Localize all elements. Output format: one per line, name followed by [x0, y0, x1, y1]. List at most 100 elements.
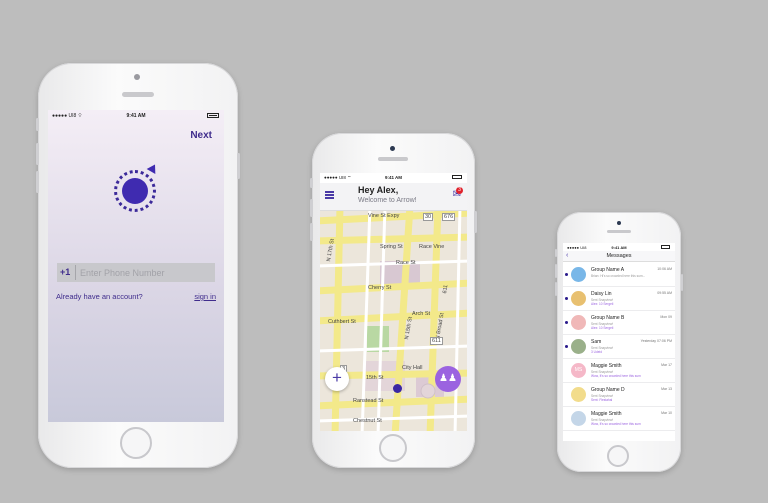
power-button [237, 153, 240, 179]
avatar [571, 291, 586, 306]
avatar [571, 315, 586, 330]
front-camera [390, 146, 395, 151]
message-subpreview: Sent: Flestahal [591, 398, 613, 402]
message-sender: Group Name A [591, 267, 625, 273]
volume-up-button [310, 199, 313, 217]
home-button[interactable] [120, 427, 152, 459]
avatar [571, 267, 586, 282]
earpiece [607, 230, 631, 233]
group-icon[interactable]: ♟♟ [435, 366, 461, 392]
volume-up-button [36, 143, 39, 165]
phone-number-field: +1 [57, 263, 215, 282]
sign-in-link[interactable]: sign in [194, 292, 216, 301]
map-label-cuthbert: Cuthbert St [328, 319, 356, 325]
current-location-icon [393, 384, 402, 393]
message-subpreview: 3 Udeid [591, 350, 602, 354]
message-sender: Maggie Smith [591, 411, 622, 417]
messages-header: ‹ Messages [563, 251, 675, 262]
message-time: 10:06 AM [657, 267, 672, 271]
phone-messages: ●●●●● UI8 9:41 AM ‹ Messages Group Name … [555, 212, 683, 472]
map-label-race: Race St [396, 260, 416, 266]
volume-down-button [555, 282, 557, 296]
message-sender: Group Name D [591, 387, 625, 393]
avatar: MS [571, 363, 586, 378]
avatar [571, 387, 586, 402]
country-code-button[interactable]: +1 [60, 267, 70, 277]
map-label-15th: 15th St [366, 375, 384, 381]
unread-dot-icon [565, 273, 568, 276]
volume-up-button [555, 264, 557, 278]
list-item[interactable]: Group Name D Sent Snapview! Sent: Flestaha… [563, 383, 675, 407]
mute-switch [310, 178, 313, 188]
phone-map: ●●●●● UI8 ⌔ 9:41 AM Hey Alex, Welcome to… [310, 133, 477, 468]
unread-dot-icon [565, 321, 568, 324]
battery-icon [661, 245, 670, 249]
list-item[interactable]: Daisy Lin Sent Snapview! Alex: 10 Sergeli 0… [563, 287, 675, 311]
power-button [474, 211, 477, 233]
map-label-cityhall: City Hall [402, 365, 423, 371]
map-label-racevine: Race Vine [419, 244, 445, 250]
status-time: 9:41 AM [384, 175, 403, 180]
battery-icon [207, 113, 219, 118]
phone-number-input[interactable] [80, 266, 210, 279]
list-item[interactable]: Group Name B Sent Snapview! Alex: 10 Serge… [563, 311, 675, 335]
home-button[interactable] [379, 434, 407, 462]
map-label-chestnut: Chestnut St [353, 418, 382, 424]
front-camera [134, 74, 140, 80]
notification-badge: 3 [456, 187, 463, 194]
message-time: 09:55 AM [657, 291, 672, 295]
message-subpreview: Wow, It's so crowded here this sum [591, 374, 641, 378]
list-item[interactable]: MS Maggie Smith Sent Snapview! Wow, It's so… [563, 359, 675, 383]
front-camera [617, 221, 621, 225]
hamburger-menu-icon[interactable] [325, 191, 334, 199]
message-time: Mar 10 [661, 411, 672, 415]
map-label-spring: Spring St [380, 244, 403, 250]
mute-switch [555, 249, 557, 257]
message-sender: Daisy Lin [591, 291, 612, 297]
avatar [571, 411, 586, 426]
map-label-cherry: Cherry St [368, 285, 392, 291]
volume-down-button [36, 171, 39, 193]
add-button[interactable]: + [325, 367, 349, 391]
map-label-arch: Arch St [412, 311, 431, 317]
arrow-logo-icon [114, 162, 160, 212]
list-item[interactable]: Group Name A Brian: Hi's so crowded here … [563, 263, 675, 287]
message-time: Yesterday 07:06 PM [640, 339, 672, 343]
status-time: 9:41 AM [126, 113, 146, 119]
account-prompt: Already have an account? [56, 292, 143, 301]
list-item[interactable]: Maggie Smith Sent Snapview! Wow, It's so c… [563, 407, 675, 431]
map-label-vine: Vine St Expy [368, 213, 400, 219]
map-label-611b: 611 [430, 337, 443, 345]
message-time: Mar 13 [661, 387, 672, 391]
power-button [681, 274, 683, 291]
earpiece [122, 92, 154, 97]
status-bar: ●●●●● UI8 ⌔ 9:41 AM [320, 173, 467, 183]
unread-dot-icon [565, 297, 568, 300]
list-item[interactable]: Sam Sent Snapview! 3 Udeid Yesterday 07:06 … [563, 335, 675, 359]
status-bar: ●●●●● UI8 ⌔ 9:41 AM [48, 110, 224, 122]
signup-screen: ●●●●● UI8 ⌔ 9:41 AM Next +1 Already have… [48, 110, 224, 422]
greeting-title: Hey Alex, [358, 185, 399, 195]
map-screen: ●●●●● UI8 ⌔ 9:41 AM Hey Alex, Welcome to… [320, 173, 467, 431]
avatar [571, 339, 586, 354]
map-label-ranstead: Ranstead St [353, 398, 384, 404]
message-sender: Sam [591, 339, 602, 345]
mute-switch [36, 118, 39, 131]
field-divider [75, 265, 76, 280]
next-button[interactable]: Next [190, 130, 212, 141]
phone-signup: ●●●●● UI8 ⌔ 9:41 AM Next +1 Already have… [36, 63, 240, 468]
message-time: Mon 09 [660, 315, 672, 319]
volume-down-button [310, 223, 313, 241]
message-sender: Group Name B [591, 315, 625, 321]
messages-screen: ●●●●● UI8 9:41 AM ‹ Messages Group Name … [563, 243, 675, 441]
home-button[interactable] [607, 445, 629, 467]
message-subpreview: Alex: 10 Sergeli [591, 302, 614, 306]
status-time: 9:41 AM [611, 245, 627, 250]
message-subpreview: Wow, It's so crowded here this sum [591, 422, 641, 426]
message-subpreview: Alex: 10 Sergeli [591, 326, 614, 330]
map-header: Hey Alex, Welcome to Arrow! ✉ 3 [320, 183, 467, 211]
message-list: Group Name A Brian: Hi's so crowded here … [563, 263, 675, 431]
message-preview: Brian: Hi's so crowded here this sum... [591, 274, 646, 278]
city-map[interactable]: Vine St Expy 30 676 Spring St Race Vine … [320, 211, 467, 431]
map-label-30: 30 [423, 213, 434, 221]
